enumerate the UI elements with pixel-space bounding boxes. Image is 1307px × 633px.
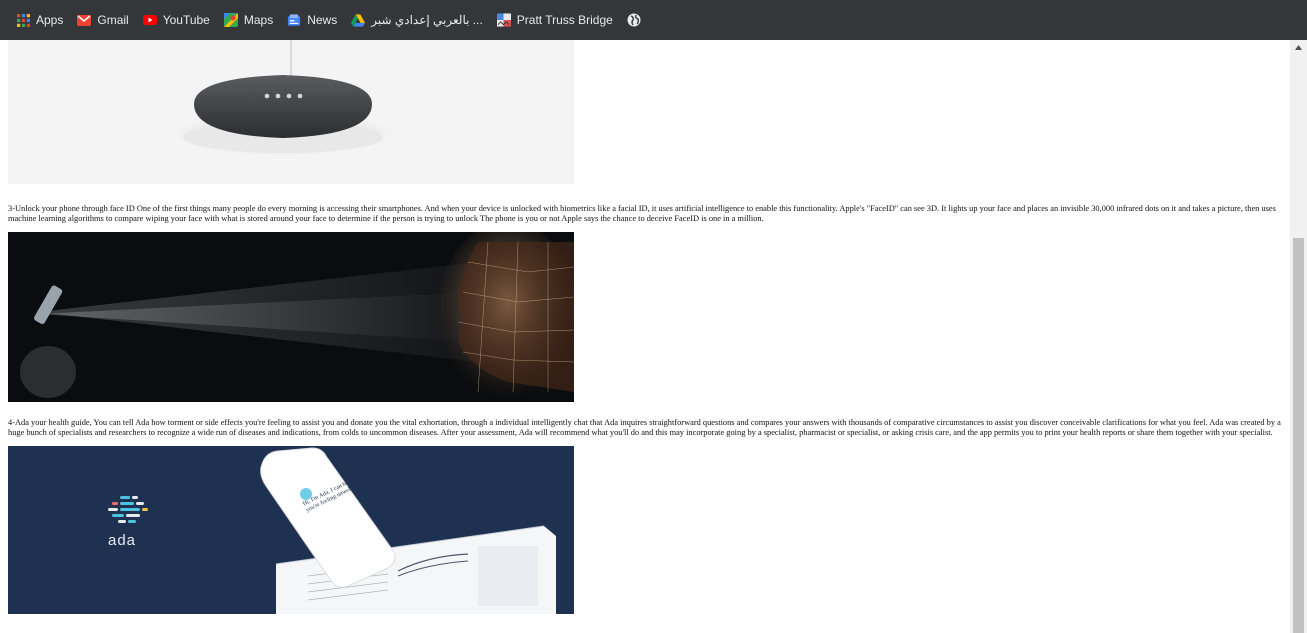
bookmark-news[interactable]: News <box>287 13 337 27</box>
bridge-site-icon <box>496 13 511 27</box>
article-content: 3-Unlock your phone through face ID One … <box>8 40 1286 615</box>
bookmark-pratt-truss-bridge[interactable]: Pratt Truss Bridge <box>496 13 613 27</box>
bookmark-label: News <box>307 13 338 27</box>
maps-icon <box>223 13 238 27</box>
news-icon <box>287 13 301 27</box>
bookmark-label: Gmail <box>97 13 129 27</box>
ada-app-image: ada Hi, I'm Ada. I can help if you're fe… <box>8 446 574 615</box>
ada-logo-icon <box>108 496 148 524</box>
scrollbar-thumb[interactable] <box>1293 238 1304 633</box>
scroll-up-arrow-icon[interactable] <box>1290 40 1307 54</box>
globe-icon <box>627 13 641 27</box>
page-scrollbar[interactable] <box>1290 40 1307 633</box>
bookmark-label: بالعربي إعدادي شبر ... <box>371 13 483 27</box>
bookmark-label: Apps <box>36 13 64 27</box>
paragraph-face-id: 3-Unlock your phone through face ID One … <box>8 204 1276 223</box>
bookmark-label: Maps <box>243 13 274 27</box>
bookmark-label: Pratt Truss Bridge <box>516 13 613 27</box>
bookmark-gmail[interactable]: Gmail <box>77 13 129 27</box>
youtube-icon <box>142 13 157 27</box>
bookmark-youtube[interactable]: YouTube <box>142 13 210 27</box>
gmail-icon <box>77 13 92 27</box>
bookmark-apps[interactable]: Apps <box>16 13 63 27</box>
drive-icon <box>351 13 366 27</box>
bookmark-maps[interactable]: Maps <box>223 13 274 27</box>
face-id-image <box>8 232 574 403</box>
bookmark-arabic-drive[interactable]: بالعربي إعدادي شبر ... <box>351 13 483 27</box>
bookmark-globe[interactable] <box>627 13 647 27</box>
bookmark-label: YouTube <box>162 13 210 27</box>
apps-grid-icon <box>16 13 30 27</box>
smart-speaker-image <box>8 40 574 184</box>
paragraph-ada: 4-Ada your health guide, You can tell Ad… <box>8 418 1281 437</box>
ada-logo-text: ada <box>108 532 137 550</box>
bookmarks-bar: Apps Gmail YouTube Maps News بالعربي إعد… <box>0 0 1307 40</box>
